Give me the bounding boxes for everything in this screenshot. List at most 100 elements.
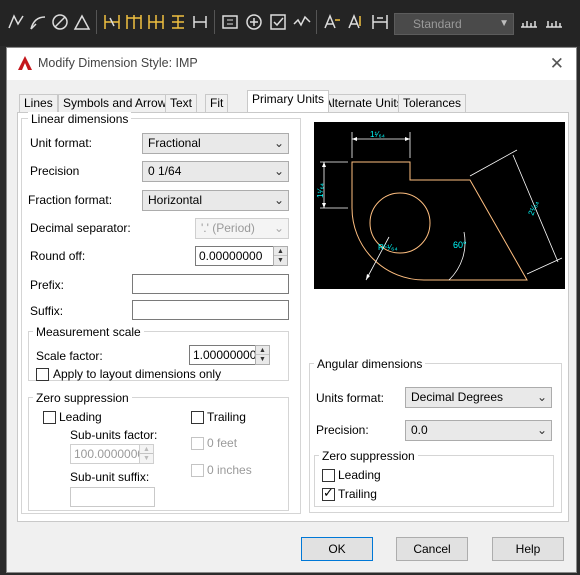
precision-value: 0 1/64 bbox=[148, 164, 182, 178]
dim-style-combo[interactable]: Standard ▼ bbox=[394, 13, 514, 35]
linear-dim-icon[interactable] bbox=[6, 12, 26, 32]
spin-down-icon[interactable]: ▼ bbox=[140, 454, 153, 463]
prefix-input[interactable] bbox=[132, 274, 289, 294]
quick-dim-icon[interactable] bbox=[102, 12, 122, 32]
cancel-button[interactable]: Cancel bbox=[396, 537, 468, 561]
spin-up-icon[interactable]: ▲ bbox=[256, 346, 269, 355]
fraction-format-value: Horizontal bbox=[148, 193, 203, 207]
autocad-logo-icon bbox=[18, 56, 32, 70]
sub-unit-suffix-label: Sub-unit suffix: bbox=[70, 470, 150, 484]
angular-zero-suppression-label: Zero suppression bbox=[319, 449, 418, 463]
round-off-input[interactable]: 0.00000000 bbox=[195, 246, 274, 266]
feet-checkbox[interactable] bbox=[191, 437, 204, 450]
dim-text-edit-icon[interactable] bbox=[322, 12, 342, 32]
left-dim-text: 1¹⁄₆₄ bbox=[316, 183, 325, 198]
tab-primary-units[interactable]: Primary Units bbox=[247, 90, 330, 112]
ordinate-dim-icon[interactable] bbox=[168, 12, 188, 32]
feet-label: 0 feet bbox=[207, 436, 238, 450]
layout-only-label: Apply to layout dimensions only bbox=[53, 367, 222, 381]
fraction-format-combo[interactable]: Horizontal ⌄ bbox=[142, 190, 289, 211]
spin-up-icon[interactable]: ▲ bbox=[274, 247, 287, 256]
inches-label: 0 inches bbox=[207, 463, 252, 477]
units-format-combo[interactable]: Decimal Degrees ⌄ bbox=[405, 387, 552, 408]
primary-units-panel: Linear dimensions Unit format: Fractiona… bbox=[17, 112, 569, 522]
angular-precision-value: 0.0 bbox=[411, 423, 428, 437]
decimal-separator-value: '.' (Period) bbox=[201, 221, 255, 235]
fraction-format-label: Fraction format: bbox=[28, 193, 113, 207]
angular-precision-label: Precision: bbox=[316, 423, 369, 437]
tab-fit[interactable]: Fit bbox=[205, 94, 229, 112]
help-button[interactable]: Help bbox=[492, 537, 564, 561]
dimension-toolbar: Standard ▼ bbox=[0, 0, 580, 46]
checkmark-icon: ✓ bbox=[323, 485, 334, 500]
suffix-input[interactable] bbox=[132, 300, 289, 320]
close-icon[interactable]: ✕ bbox=[550, 54, 564, 74]
trailing-checkbox[interactable] bbox=[191, 411, 204, 424]
center-mark-icon[interactable] bbox=[220, 12, 240, 32]
angular-trailing-label: Trailing bbox=[338, 487, 377, 501]
scale-factor-input[interactable]: 1.00000000 bbox=[189, 345, 256, 365]
round-off-label: Round off: bbox=[30, 249, 86, 263]
linear-dimensions-label: Linear dimensions bbox=[28, 112, 132, 126]
dim-edit-icon[interactable] bbox=[292, 12, 312, 32]
unit-format-value: Fractional bbox=[148, 136, 201, 150]
top-dim-text: 1¹⁄₆₄ bbox=[370, 130, 385, 139]
baseline-dim-icon[interactable] bbox=[124, 12, 144, 32]
continue-dim-icon[interactable] bbox=[146, 12, 166, 32]
trailing-label: Trailing bbox=[207, 410, 246, 424]
ok-button[interactable]: OK bbox=[301, 537, 373, 561]
units-format-label: Units format: bbox=[316, 391, 385, 405]
dimension-preview: 1¹⁄₆₄ 1¹⁄₆₄ 2¹⁄₆₄ R⁵¹⁄₆₄ 60° bbox=[314, 122, 565, 289]
suffix-label: Suffix: bbox=[30, 304, 64, 318]
dim-style-override-icon[interactable] bbox=[544, 12, 564, 32]
tab-text[interactable]: Text bbox=[165, 94, 198, 112]
sub-units-factor-label: Sub-units factor: bbox=[70, 428, 158, 442]
sub-unit-suffix-input[interactable] bbox=[70, 487, 155, 507]
scale-factor-spinner[interactable]: ▲ ▼ bbox=[255, 345, 270, 365]
layout-only-checkbox[interactable] bbox=[36, 368, 49, 381]
tab-lines[interactable]: Lines bbox=[19, 94, 58, 112]
angle-dim-text: 60° bbox=[453, 240, 467, 250]
tab-alternate-units[interactable]: Alternate Units bbox=[319, 94, 408, 112]
radius-dim-text: R⁵¹⁄₆₄ bbox=[378, 243, 398, 252]
inches-checkbox[interactable] bbox=[191, 464, 204, 477]
angular-precision-combo[interactable]: 0.0 ⌄ bbox=[405, 420, 552, 441]
titlebar: Modify Dimension Style: IMP ✕ bbox=[7, 48, 576, 80]
spin-down-icon[interactable]: ▼ bbox=[256, 355, 269, 364]
chevron-down-icon: ⌄ bbox=[273, 136, 284, 150]
angular-leading-label: Leading bbox=[338, 468, 381, 482]
aligned-dim-icon[interactable] bbox=[28, 12, 48, 32]
prefix-label: Prefix: bbox=[30, 278, 65, 292]
spin-down-icon[interactable]: ▼ bbox=[274, 256, 287, 265]
dialog-title: Modify Dimension Style: IMP bbox=[38, 56, 198, 70]
angular-trailing-checkbox[interactable]: ✓ bbox=[322, 485, 335, 501]
angular-leading-checkbox[interactable] bbox=[322, 469, 335, 482]
jogged-linear-icon[interactable] bbox=[268, 12, 288, 32]
inspect-icon[interactable] bbox=[244, 12, 264, 32]
angular-dim-icon[interactable] bbox=[50, 12, 70, 32]
precision-label: Precision bbox=[30, 164, 80, 178]
precision-combo[interactable]: 0 1/64 ⌄ bbox=[142, 161, 289, 182]
dim-style-icon[interactable] bbox=[370, 12, 390, 32]
unit-format-combo[interactable]: Fractional ⌄ bbox=[142, 133, 289, 154]
chevron-down-icon: ⌄ bbox=[273, 193, 284, 207]
sub-units-factor-spinner[interactable]: ▲ ▼ bbox=[139, 444, 154, 464]
dim-update-icon[interactable] bbox=[346, 12, 366, 32]
leading-checkbox[interactable] bbox=[43, 411, 56, 424]
arc-length-icon[interactable] bbox=[72, 12, 92, 32]
chevron-down-icon: ⌄ bbox=[273, 164, 284, 178]
measurement-scale-label: Measurement scale bbox=[33, 325, 144, 339]
dim-style-manager-icon[interactable] bbox=[519, 12, 539, 32]
tab-tolerances[interactable]: Tolerances bbox=[398, 94, 467, 112]
tolerance-icon[interactable] bbox=[190, 12, 210, 32]
round-off-spinner[interactable]: ▲ ▼ bbox=[273, 246, 288, 266]
chevron-down-icon: ▼ bbox=[499, 18, 509, 29]
leading-label: Leading bbox=[59, 410, 102, 424]
modify-dimension-style-dialog: Modify Dimension Style: IMP ✕ Lines Symb… bbox=[6, 47, 577, 573]
spin-up-icon[interactable]: ▲ bbox=[140, 445, 153, 454]
chevron-down-icon: ⌄ bbox=[536, 423, 547, 437]
tab-symbols-arrows[interactable]: Symbols and Arrows bbox=[58, 94, 178, 112]
sub-units-factor-input[interactable]: 100.0000000 bbox=[70, 444, 144, 464]
decimal-separator-combo[interactable]: '.' (Period) ⌄ bbox=[195, 218, 289, 239]
decimal-separator-label: Decimal separator: bbox=[30, 221, 131, 235]
